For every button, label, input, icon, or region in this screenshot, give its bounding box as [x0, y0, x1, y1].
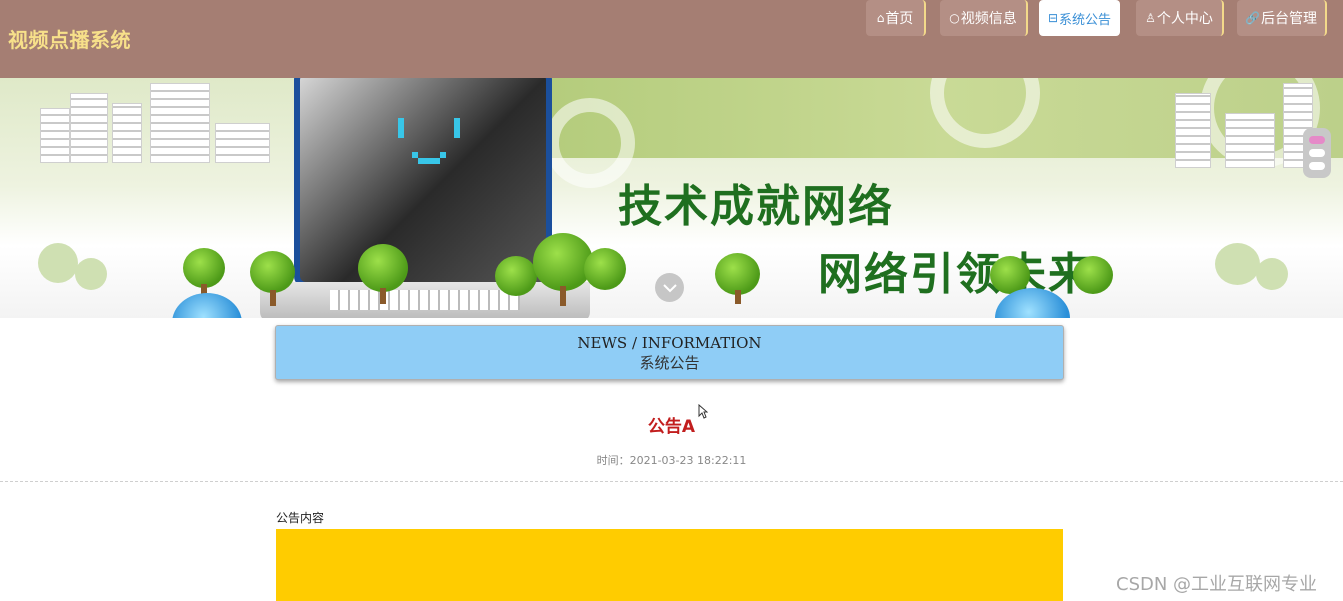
- robot-graphic: [172, 293, 242, 318]
- building-graphic: [1225, 113, 1275, 168]
- section-title-cn: 系统公告: [639, 354, 700, 372]
- section-title-box: NEWS / INFORMATION 系统公告: [275, 325, 1064, 380]
- tree-graphic: [1215, 243, 1260, 285]
- building-graphic: [215, 123, 270, 163]
- laptop-keys: [330, 290, 520, 310]
- tree-trunk: [560, 286, 566, 306]
- site-title[interactable]: 视频点播系统: [8, 24, 131, 53]
- carousel-dot[interactable]: [1309, 149, 1325, 157]
- home-icon: ⌂: [876, 11, 885, 25]
- building-graphic: [40, 108, 70, 163]
- tree-graphic: [495, 256, 537, 296]
- notice-content-label: 公告内容: [276, 511, 325, 525]
- nav-video-info[interactable]: ○ 视频信息: [940, 0, 1028, 36]
- nav-personal-center-label: 个人中心: [1156, 11, 1213, 27]
- notice-timestamp: 时间：2021-03-23 18:22:11: [596, 454, 747, 467]
- nav-admin[interactable]: 🔗 后台管理: [1237, 0, 1327, 36]
- building-graphic: [70, 93, 108, 163]
- notice-content-area: [276, 529, 1063, 601]
- carousel-pager[interactable]: [1303, 128, 1331, 178]
- tree-graphic: [250, 251, 295, 293]
- building-graphic: [112, 103, 142, 163]
- top-navbar: 视频点播系统 ⌂ 首页 ○ 视频信息 ⊟ 系统公告 ♙ 个人中心 🔗 后台管理: [0, 0, 1343, 78]
- video-icon: ○: [949, 11, 960, 25]
- nav-admin-label: 后台管理: [1260, 11, 1317, 27]
- smiley-face-icon: [390, 104, 470, 182]
- user-icon: ♙: [1145, 11, 1156, 25]
- tree-graphic: [715, 253, 760, 295]
- banner-slogan-line1: 技术成就网络: [618, 181, 894, 232]
- watermark-text: CSDN @工业互联网专业: [1116, 574, 1318, 595]
- tree-graphic: [1256, 258, 1288, 290]
- tree-graphic: [358, 244, 408, 292]
- nav-home[interactable]: ⌂ 首页: [866, 0, 926, 36]
- carousel-dot-active[interactable]: [1309, 136, 1325, 144]
- nav-announcements-label: 系统公告: [1059, 12, 1112, 28]
- tree-trunk: [380, 288, 386, 304]
- notice-title: 公告A: [647, 417, 696, 437]
- carousel-dot[interactable]: [1309, 162, 1325, 170]
- divider: [0, 481, 1343, 482]
- section-title-en: NEWS / INFORMATION: [577, 334, 762, 352]
- nav-announcements[interactable]: ⊟ 系统公告: [1039, 0, 1120, 36]
- tree-trunk: [735, 290, 741, 304]
- building-graphic: [1175, 93, 1211, 168]
- nav-personal-center[interactable]: ♙ 个人中心: [1136, 0, 1224, 36]
- mouse-cursor-icon: [698, 403, 709, 422]
- tree-graphic: [584, 248, 626, 290]
- tree-graphic: [75, 258, 107, 290]
- tree-graphic: [38, 243, 78, 283]
- banner-carousel[interactable]: 技术成就网络 网络引领未来: [0, 78, 1343, 318]
- chevron-down-icon[interactable]: [655, 273, 684, 302]
- tree-graphic: [1073, 256, 1113, 294]
- notice-icon: ⊟: [1047, 11, 1059, 25]
- nav-home-label: 首页: [885, 11, 914, 27]
- tree-graphic: [183, 248, 225, 288]
- link-icon: 🔗: [1245, 11, 1260, 25]
- tree-trunk: [270, 290, 276, 306]
- nav-video-info-label: 视频信息: [960, 11, 1017, 27]
- building-graphic: [150, 83, 210, 163]
